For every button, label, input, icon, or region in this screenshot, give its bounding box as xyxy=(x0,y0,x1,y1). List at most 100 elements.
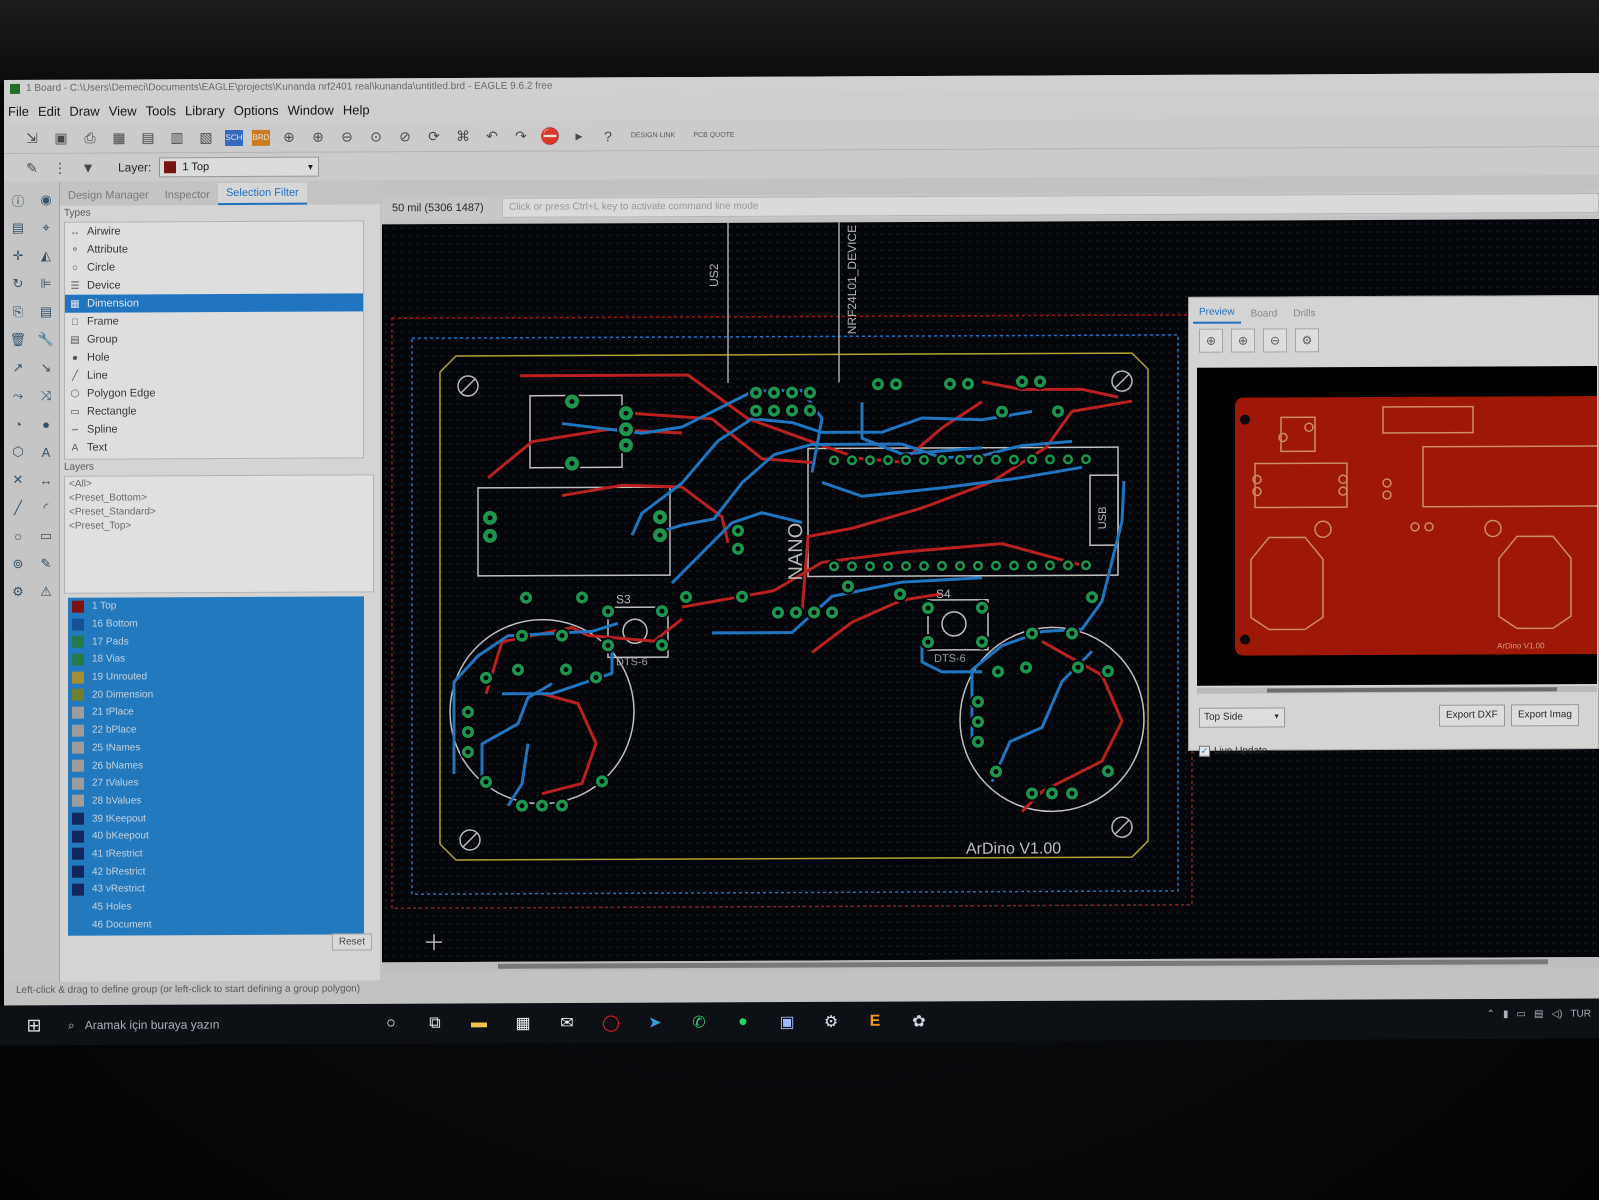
menu-file[interactable]: File xyxy=(8,103,29,118)
zoom-previous-icon[interactable]: ⊘ xyxy=(395,127,415,147)
go-icon[interactable]: ▸ xyxy=(569,126,589,146)
tab-selection-filter[interactable]: Selection Filter xyxy=(217,182,307,206)
menu-tools[interactable]: Tools xyxy=(146,103,176,118)
redo-icon[interactable]: ↷ xyxy=(511,126,531,146)
tab-design-manager[interactable]: Design Manager xyxy=(60,185,157,205)
opera-icon[interactable]: ◯ xyxy=(598,1010,624,1036)
type-item[interactable]: ○ Circle xyxy=(65,257,363,276)
paste-icon[interactable]: ▤ xyxy=(40,304,52,320)
zoom-fit-icon[interactable]: ⊕ xyxy=(279,127,299,147)
cam-icon[interactable]: ▦ xyxy=(109,128,129,148)
board-icon[interactable]: ▧ xyxy=(196,128,216,148)
show-icon[interactable]: ◉ xyxy=(40,192,51,208)
live-update-checkbox[interactable]: ✓ xyxy=(1199,745,1210,757)
run-ulp-icon[interactable]: ▥ xyxy=(167,128,187,148)
network-icon[interactable]: ▤ xyxy=(1534,1009,1543,1020)
eagle-taskbar-icon[interactable]: E xyxy=(862,1009,888,1035)
layer-item[interactable]: 41 tRestrict xyxy=(68,844,364,863)
type-item[interactable]: ╱ Line xyxy=(65,365,363,384)
reset-button[interactable]: Reset xyxy=(331,933,372,951)
type-item[interactable]: ↔ Airwire xyxy=(65,221,363,240)
rect-icon[interactable]: ▭ xyxy=(40,528,52,544)
live-update-option[interactable]: ✓ Live Update xyxy=(1199,745,1267,757)
spotify-icon[interactable]: ● xyxy=(730,1009,756,1035)
pen-icon[interactable]: ✎ xyxy=(22,158,42,178)
type-item[interactable]: ☰ Device xyxy=(65,275,363,294)
store-icon[interactable]: ▦ xyxy=(510,1010,536,1036)
zoom-select-icon[interactable]: ⊙ xyxy=(366,127,386,147)
type-item[interactable]: □ Frame xyxy=(65,311,363,330)
type-item[interactable]: ⚬ Attribute xyxy=(65,239,363,258)
airwire-icon[interactable]: ⌘ xyxy=(453,126,473,146)
chevron-up-icon[interactable]: ⌃ xyxy=(1487,1009,1495,1020)
layer-item[interactable]: 22 bPlace xyxy=(68,720,364,739)
layer-item[interactable]: 42 bRestrict xyxy=(68,862,364,881)
export-image-button[interactable]: Export Imag xyxy=(1511,704,1579,727)
type-item[interactable]: ▦ Dimension xyxy=(65,293,363,313)
windows-start-icon[interactable]: ⊞ xyxy=(14,1005,54,1045)
save-icon[interactable]: ▣ xyxy=(51,128,71,148)
menu-view[interactable]: View xyxy=(109,103,137,118)
command-line[interactable]: Click or press Ctrl+L key to activate co… xyxy=(502,193,1599,218)
move-icon[interactable]: ✛ xyxy=(13,248,24,264)
wrench-icon[interactable]: 🔧 xyxy=(38,332,54,348)
layer-item[interactable]: 26 bNames xyxy=(68,756,364,775)
file-explorer-icon[interactable]: ▬ xyxy=(466,1010,492,1036)
ratsnest-icon[interactable]: ◔ xyxy=(14,416,22,431)
polygon-icon[interactable]: ⬡ xyxy=(12,444,23,460)
drc-icon[interactable]: ⚙ xyxy=(12,584,24,600)
menu-help[interactable]: Help xyxy=(343,102,370,117)
preset-item[interactable]: <All> xyxy=(69,477,369,492)
align-icon[interactable]: ⊫ xyxy=(40,276,51,292)
line-icon[interactable]: ╱ xyxy=(14,500,22,516)
script-icon[interactable]: ▤ xyxy=(138,128,158,148)
scrollbar-thumb[interactable] xyxy=(1267,687,1557,693)
ripup-icon[interactable]: ↘ xyxy=(41,360,52,376)
preset-item[interactable]: <Preset_Bottom> xyxy=(69,491,369,506)
open-icon[interactable]: ⇲ xyxy=(22,128,42,148)
menu-window[interactable]: Window xyxy=(288,102,334,117)
steam-icon[interactable]: ⚙ xyxy=(818,1009,844,1035)
layer-item[interactable]: 27 tValues xyxy=(68,773,364,792)
via-icon[interactable]: ● xyxy=(42,416,50,431)
type-item[interactable]: A Text xyxy=(65,437,363,456)
design-link-button[interactable]: DESIGN LINK xyxy=(627,126,679,146)
schematic-icon[interactable]: SCH xyxy=(225,129,243,146)
brd-icon[interactable]: BRD xyxy=(252,129,270,146)
mark-icon[interactable]: ⌖ xyxy=(42,220,49,236)
dimension-icon[interactable]: ↔ xyxy=(40,472,53,487)
optimize-icon[interactable]: ⤨ xyxy=(41,388,51,404)
preview-scrollbar[interactable] xyxy=(1197,686,1597,694)
display-icon[interactable]: ▤ xyxy=(12,220,24,236)
telegram-icon[interactable]: ➤ xyxy=(642,1010,668,1036)
layer-item[interactable]: 1 Top xyxy=(68,596,364,615)
cross-icon[interactable]: ✕ xyxy=(13,472,24,488)
type-item[interactable]: ▭ Rectangle xyxy=(65,401,363,420)
redraw-icon[interactable]: ⟳ xyxy=(424,127,444,147)
tab-inspector[interactable]: Inspector xyxy=(157,185,218,205)
print-icon[interactable]: ⎙ xyxy=(80,128,100,148)
stop-icon[interactable]: ⛔ xyxy=(540,126,560,146)
layer-item[interactable]: 18 Vias xyxy=(68,649,364,668)
preset-item[interactable]: <Preset_Standard> xyxy=(69,505,369,520)
settings-icon[interactable]: ⚙ xyxy=(1295,328,1319,353)
pcb-quote-button[interactable]: PCB QUOTE xyxy=(688,125,740,145)
layer-item[interactable]: 19 Unrouted xyxy=(68,667,364,686)
zoom-out-icon[interactable]: ⊖ xyxy=(1263,328,1287,353)
circle-icon[interactable]: ○ xyxy=(14,528,22,543)
tab-drills[interactable]: Drills xyxy=(1287,304,1321,323)
preset-item[interactable]: <Preset_Top> xyxy=(69,519,369,534)
microphone-icon[interactable]: ▮ xyxy=(1503,1009,1509,1020)
zoom-fit-icon[interactable]: ⊕ xyxy=(1199,328,1223,353)
grid-icon[interactable]: ⋮ xyxy=(50,158,70,178)
scrollbar-thumb[interactable] xyxy=(498,959,1548,969)
layer-item[interactable]: 25 tNames xyxy=(68,738,364,757)
zoom-out-icon[interactable]: ⊖ xyxy=(337,127,357,147)
menu-draw[interactable]: Draw xyxy=(69,103,99,118)
export-dxf-button[interactable]: Export DXF xyxy=(1439,704,1505,727)
undo-icon[interactable]: ↶ xyxy=(482,126,502,146)
tab-preview[interactable]: Preview xyxy=(1193,302,1241,324)
filter-icon[interactable]: ▼ xyxy=(78,158,98,178)
task-view-icon[interactable]: ⧉ xyxy=(422,1011,448,1037)
layer-item[interactable]: 17 Pads xyxy=(68,632,364,651)
